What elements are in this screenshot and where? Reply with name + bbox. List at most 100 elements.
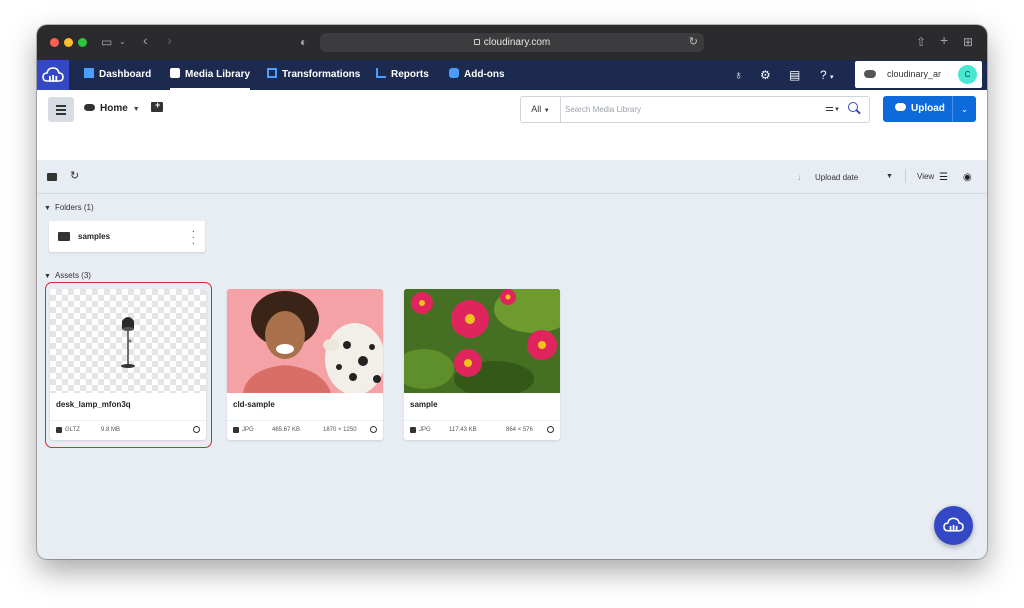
- upload-cloud-icon: [895, 103, 906, 111]
- nav-media-library[interactable]: Media Library: [170, 60, 251, 90]
- account-switcher[interactable]: cloudinary_ar C: [855, 61, 982, 88]
- main-nav: Dashboard Media Library Transformations …: [37, 60, 987, 90]
- desk-lamp-image: [121, 317, 135, 368]
- asset-name: cld-sample: [233, 400, 275, 409]
- chevron-down-icon[interactable]: ⌄: [119, 35, 126, 49]
- asset-name: sample: [410, 400, 438, 409]
- nav-label: Add-ons: [464, 69, 505, 80]
- sidebar-toggle-icon[interactable]: ▭: [101, 35, 112, 49]
- menu-button[interactable]: [48, 97, 74, 122]
- puzzle-icon: [449, 68, 459, 78]
- asset-size: 465.67 KB: [272, 427, 301, 433]
- asset-card[interactable]: desk_lamp_mfon3q GLTZ 9.8 MB: [50, 289, 206, 440]
- home-folder-selector[interactable]: Home ▼: [84, 103, 140, 114]
- collapse-icon: ▼: [44, 205, 51, 212]
- cloud-icon: [84, 104, 95, 111]
- tab-overview-icon[interactable]: ⊞: [963, 35, 973, 49]
- nav-reports[interactable]: Reports: [376, 60, 429, 90]
- close-window-button[interactable]: [50, 38, 59, 47]
- back-icon[interactable]: ‹: [143, 33, 148, 47]
- cloud-icon: [864, 70, 876, 78]
- browser-window: ▭ ⌄ ‹ › ◐ cloudinary.com ↻ ⇧ + ⊞ Dashboa…: [37, 25, 987, 559]
- asset-thumbnail[interactable]: [404, 289, 560, 393]
- zoom-window-button[interactable]: [78, 38, 87, 47]
- image-icon: [233, 427, 239, 433]
- address-bar[interactable]: cloudinary.com ↻: [320, 33, 704, 52]
- help-icon[interactable]: ? ▾: [820, 68, 834, 82]
- search-box: All ▼ ⚌▼: [520, 96, 870, 123]
- asset-size: 9.8 MB: [101, 427, 121, 433]
- list-view-icon[interactable]: ☰: [939, 172, 948, 183]
- minimize-window-button[interactable]: [64, 38, 73, 47]
- asset-size: 117.43 KB: [449, 427, 477, 433]
- view-label: View: [917, 172, 935, 181]
- upload-label: Upload: [911, 103, 945, 114]
- account-name: cloudinary_ar: [887, 69, 942, 79]
- home-label: Home: [100, 103, 128, 114]
- lock-icon: [473, 39, 480, 45]
- asset-meta: GLTZ 9.8 MB: [50, 420, 206, 440]
- filter-icon[interactable]: ⚌▼: [825, 103, 840, 114]
- asset-thumbnail[interactable]: [227, 289, 383, 393]
- nav-dashboard[interactable]: Dashboard: [84, 60, 151, 90]
- nav-add-ons[interactable]: Add-ons: [449, 60, 505, 90]
- assets-header-label: Assets (3): [54, 271, 91, 280]
- new-folder-icon[interactable]: [151, 100, 163, 112]
- asset-dimensions: 1870 × 1250: [323, 427, 357, 433]
- new-tab-icon[interactable]: +: [940, 33, 948, 47]
- cloudinary-icon: [943, 517, 964, 532]
- browser-toolbar: ▭ ⌄ ‹ › ◐ cloudinary.com ↻ ⇧ + ⊞: [37, 25, 987, 60]
- share-icon[interactable]: ⇧: [916, 35, 926, 49]
- asset-format: JPG: [419, 427, 431, 433]
- reload-icon[interactable]: ↻: [689, 33, 698, 52]
- folders-header-label: Folders (1): [54, 203, 94, 212]
- avatar[interactable]: C: [958, 65, 977, 84]
- folder-name: samples: [78, 232, 111, 241]
- asset-thumbnail[interactable]: [50, 289, 206, 393]
- transformations-icon: [267, 68, 277, 78]
- eye-icon[interactable]: ◉: [963, 172, 972, 183]
- upload-button[interactable]: Upload ⌄: [883, 96, 976, 122]
- globe-icon: [547, 426, 554, 433]
- image-icon: [56, 427, 62, 433]
- search-input[interactable]: [565, 101, 815, 118]
- globe-icon: [193, 426, 200, 433]
- folder-card[interactable]: samples · · ·: [49, 221, 205, 252]
- nav-label: Dashboard: [99, 69, 152, 80]
- asset-name: desk_lamp_mfon3q: [56, 400, 131, 409]
- search-icon[interactable]: [848, 102, 858, 112]
- collapse-icon: ▼: [44, 273, 51, 280]
- image-icon: [410, 427, 416, 433]
- globe-icon: [370, 426, 377, 433]
- scope-label: All: [531, 104, 542, 114]
- folders-section-header[interactable]: ▼ Folders (1): [44, 203, 94, 212]
- assets-section-header[interactable]: ▼ Assets (3): [44, 271, 91, 280]
- lightbulb-icon[interactable]: ♁: [734, 68, 743, 82]
- divider: [905, 169, 906, 183]
- refresh-icon[interactable]: ↻: [70, 169, 79, 182]
- asset-format: GLTZ: [65, 427, 80, 433]
- search-scope-dropdown[interactable]: All ▼: [521, 97, 561, 122]
- upload-dropdown-icon[interactable]: ⌄: [952, 96, 976, 122]
- forward-icon[interactable]: ›: [167, 33, 172, 47]
- sort-label[interactable]: Upload date: [815, 173, 858, 182]
- nav-transformations[interactable]: Transformations: [267, 60, 360, 90]
- sort-dropdown-icon[interactable]: ▼: [886, 173, 893, 180]
- graduation-cap-icon[interactable]: ▤: [789, 68, 800, 82]
- gear-icon[interactable]: ⚙: [760, 68, 771, 82]
- media-toolbar: Home ▼ All ▼ ⚌▼ Upload ⌄: [37, 90, 987, 160]
- folder-icon[interactable]: [47, 173, 57, 181]
- dashboard-icon: [84, 68, 94, 78]
- sort-direction-icon[interactable]: ↓: [797, 172, 802, 182]
- cloudinary-logo[interactable]: [37, 60, 69, 90]
- asset-dimensions: 864 × 576: [506, 427, 533, 433]
- asset-card[interactable]: sample JPG 117.43 KB 864 × 576: [404, 289, 560, 440]
- woman-with-dog-image: [227, 289, 383, 393]
- shield-icon[interactable]: ◐: [300, 35, 307, 49]
- more-options-icon[interactable]: · · ·: [192, 227, 195, 249]
- cloudinary-assistant-button[interactable]: [934, 506, 973, 545]
- caret-down-icon: ▼: [132, 106, 140, 113]
- asset-format: JPG: [242, 427, 254, 433]
- asset-card[interactable]: cld-sample JPG 465.67 KB 1870 × 1250: [227, 289, 383, 440]
- folder-icon: [58, 232, 70, 241]
